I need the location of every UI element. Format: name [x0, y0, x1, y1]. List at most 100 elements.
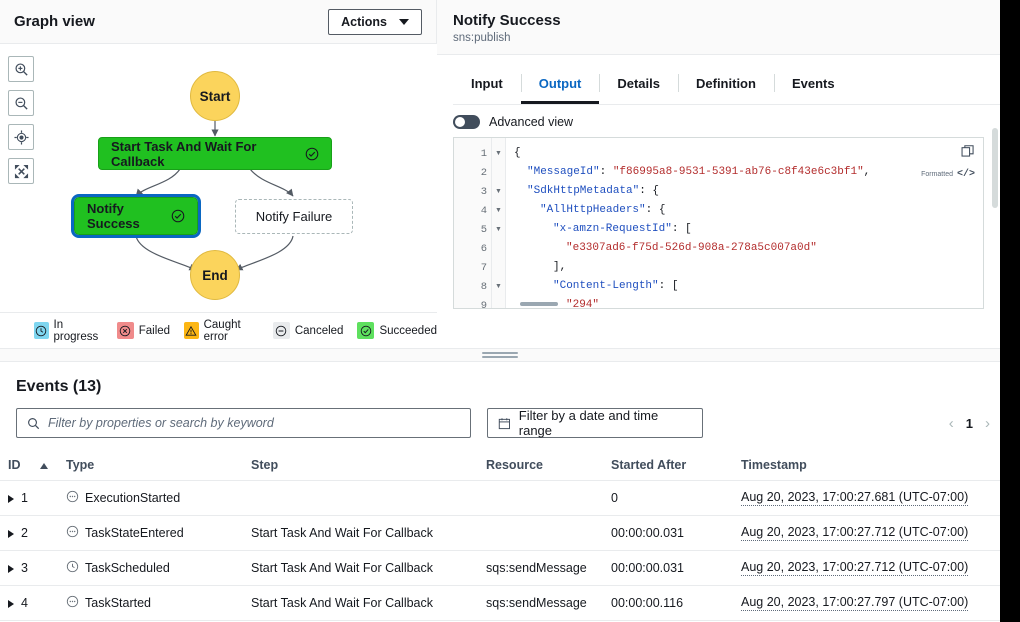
graph-node-start-task-and-wait-for-callback[interactable]: Start Task And Wait For Callback: [98, 137, 332, 170]
check-circle-icon: [305, 147, 319, 160]
center-focus-icon[interactable]: [8, 124, 34, 150]
formatted-toggle[interactable]: Formatted </>: [921, 169, 975, 180]
code-horizontal-scrollbar[interactable]: [492, 300, 983, 308]
calendar-icon: [498, 417, 510, 429]
legend-label-succeeded: Succeeded: [379, 324, 437, 337]
events-title: Events (13): [16, 378, 102, 395]
fold-arrow-icon[interactable]: ▼: [492, 182, 505, 201]
column-header-timestamp[interactable]: Timestamp: [741, 450, 1000, 481]
table-row[interactable]: 1 ExecutionStarted 0 Aug 20, 2023, 17:00:27…: [0, 480, 1000, 516]
expand-row-icon[interactable]: [8, 529, 14, 538]
column-header-step[interactable]: Step: [251, 450, 486, 481]
code-token: ,: [863, 166, 871, 178]
code-line: ],: [506, 258, 983, 277]
tab-output[interactable]: Output: [520, 65, 600, 104]
table-row[interactable]: 4 TaskStarted Start Task And Wait For Call…: [0, 585, 1000, 621]
actions-button[interactable]: Actions: [328, 8, 422, 35]
column-header-started-after[interactable]: Started After: [611, 450, 741, 481]
code-line-number: 3: [480, 185, 487, 198]
column-header-type[interactable]: Type: [66, 450, 251, 481]
page-number[interactable]: 1: [966, 416, 973, 431]
code-line-number: 2: [480, 166, 487, 179]
code-content[interactable]: {"MessageId": "f86995a8-9531-5391-ab76-c…: [506, 138, 983, 308]
cell-started-after: 00:00:00.031: [611, 515, 741, 551]
advanced-view-row: Advanced view: [437, 105, 1000, 137]
timestamp-value[interactable]: Aug 20, 2023, 17:00:27.797 (UTC-07:00): [741, 595, 969, 611]
timestamp-value[interactable]: Aug 20, 2023, 17:00:27.712 (UTC-07:00): [741, 525, 969, 541]
panel-resize-handle[interactable]: [0, 348, 1000, 362]
scrollbar-thumb[interactable]: [520, 302, 558, 306]
column-header-resource[interactable]: Resource: [486, 450, 611, 481]
cell-id: 1: [0, 480, 40, 516]
events-pagination: ‹ 1 ›: [949, 408, 990, 438]
code-token: : [: [671, 223, 692, 235]
cell-started-after: 00:00:00.031: [611, 550, 741, 586]
legend-item-in-progress: In progress: [34, 319, 103, 343]
tab-events[interactable]: Events: [773, 65, 853, 104]
code-token: "SdkHttpMetadata": [527, 185, 640, 197]
detail-pane-scrollbar[interactable]: [992, 128, 998, 208]
fold-arrow-icon[interactable]: ▼: [492, 144, 505, 163]
tab-details[interactable]: Details: [599, 65, 678, 104]
type-label: TaskScheduled: [85, 561, 170, 575]
advanced-view-label: Advanced view: [489, 115, 574, 129]
graph-legend: In progress Failed Caught error Canceled…: [0, 312, 437, 348]
code-toolbar: Formatted </>: [921, 144, 975, 180]
search-icon: [28, 417, 40, 429]
graph-view-header: Graph view Actions: [0, 0, 436, 44]
expand-row-icon[interactable]: [8, 494, 14, 503]
sort-caret-icon: [40, 463, 48, 469]
date-range-input[interactable]: Filter by a date and time range: [487, 408, 703, 438]
code-line-numbers: 12345678910: [454, 138, 492, 308]
graph-canvas[interactable]: Start Start Task And Wait For Callback N…: [0, 44, 437, 312]
zoom-out-icon[interactable]: [8, 90, 34, 116]
sort-ascending-icon[interactable]: [40, 450, 66, 481]
tab-definition-label: Definition: [696, 75, 756, 91]
type-label: TaskStateEntered: [85, 526, 184, 540]
next-page-icon[interactable]: ›: [985, 415, 990, 432]
fold-arrow-icon[interactable]: ▼: [492, 277, 505, 296]
fullscreen-icon[interactable]: [8, 158, 34, 184]
legend-label-failed: Failed: [138, 324, 171, 337]
table-row[interactable]: 2 TaskStateEntered Start Task And Wait For…: [0, 515, 1000, 551]
legend-item-caught-error: Caught error: [184, 319, 259, 343]
graph-node-start[interactable]: Start: [190, 71, 240, 121]
type-label: TaskStarted: [85, 596, 152, 610]
advanced-view-toggle[interactable]: [453, 115, 480, 129]
expand-row-icon[interactable]: [8, 599, 14, 608]
events-table-header: ID Type Step Resource Started After Time…: [0, 450, 1000, 481]
tab-output-label: Output: [538, 75, 582, 91]
expand-row-icon[interactable]: [8, 564, 14, 573]
zoom-in-icon[interactable]: [8, 56, 34, 82]
tab-definition[interactable]: Definition: [678, 65, 774, 104]
tab-input[interactable]: Input: [453, 65, 521, 104]
cell-started-after: 00:00:00.116: [611, 585, 741, 621]
copy-icon[interactable]: [961, 144, 975, 158]
step-detail-title: Notify Success: [453, 12, 561, 29]
timestamp-value[interactable]: Aug 20, 2023, 17:00:27.681 (UTC-07:00): [741, 490, 969, 506]
events-header-row: ID Type Step Resource Started After Time…: [0, 450, 1000, 481]
previous-page-icon[interactable]: ‹: [949, 415, 954, 432]
timestamp-value[interactable]: Aug 20, 2023, 17:00:27.712 (UTC-07:00): [741, 560, 969, 576]
table-row[interactable]: 3 TaskScheduled Start Task And Wait For Ca…: [0, 550, 1000, 586]
graph-node-notify-success[interactable]: Notify Success: [71, 194, 201, 238]
code-line: "x-amzn-RequestId": [: [506, 220, 983, 239]
legend-item-failed: Failed: [116, 322, 171, 339]
graph-node-end[interactable]: End: [190, 250, 240, 300]
code-token: "AllHttpHeaders": [540, 204, 646, 216]
graph-node-notify-failure-label: Notify Failure: [255, 209, 333, 224]
code-fold-column[interactable]: ▼ ▼ ▼ ▼ ▼: [492, 138, 506, 308]
fold-arrow-icon[interactable]: ▼: [492, 220, 505, 239]
search-input[interactable]: Filter by properties or search by keywor…: [16, 408, 471, 438]
graph-node-notify-failure[interactable]: Notify Failure: [235, 199, 353, 234]
type-cell-wrapper: TaskScheduled: [66, 560, 251, 576]
check-circle-icon: [357, 322, 375, 339]
warning-triangle-icon: [184, 322, 199, 339]
output-json-viewer[interactable]: 12345678910 ▼▼▼▼▼ {"MessageId": "f86995a…: [453, 137, 984, 309]
dots-circle-icon: [66, 525, 79, 541]
column-header-id[interactable]: ID: [0, 450, 40, 481]
step-detail-pane: Notify Success sns:publish Input Output …: [437, 0, 1000, 348]
fold-arrow-icon[interactable]: ▼: [492, 201, 505, 220]
